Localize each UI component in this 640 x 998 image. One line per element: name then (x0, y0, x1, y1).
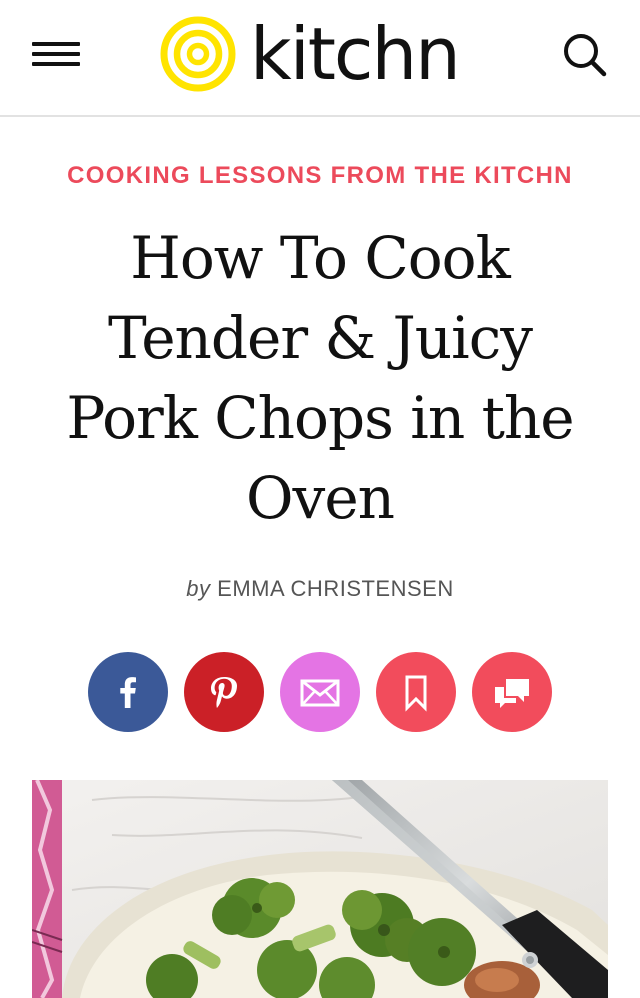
logo-wordmark: kitchn (250, 12, 461, 96)
menu-bar (32, 52, 80, 56)
author-link[interactable]: EMMA CHRISTENSEN (217, 576, 454, 601)
title-line: How To Cook (130, 224, 510, 292)
site-logo[interactable]: kitchn (158, 12, 461, 96)
kitchn-logo-icon (160, 16, 236, 92)
byline-prefix: by (186, 576, 211, 601)
title-line: Pork Chops in the (66, 384, 574, 452)
search-glyph (564, 34, 607, 77)
title-line: Tender & Juicy (108, 304, 533, 372)
search-icon[interactable] (560, 30, 610, 80)
bookmark-icon (405, 675, 427, 712)
email-icon (300, 679, 340, 707)
comment-icon (495, 679, 529, 708)
hamburger-menu-icon[interactable] (30, 38, 82, 72)
facebook-icon (120, 677, 136, 708)
comments-button[interactable] (472, 652, 552, 732)
pinterest-icon (211, 677, 237, 708)
pinterest-share-button[interactable] (184, 652, 264, 732)
menu-bar (32, 62, 80, 66)
article-category-link[interactable]: COOKING LESSONS FROM THE KITCHN (0, 162, 640, 190)
menu-bar (32, 42, 80, 46)
site-header: kitchn (0, 0, 640, 117)
hero-image (32, 780, 608, 998)
byline: by EMMA CHRISTENSEN (0, 576, 640, 602)
title-line: Oven (246, 464, 395, 532)
pork-chops-photo (32, 780, 608, 998)
email-share-button[interactable] (280, 652, 360, 732)
article-title: How To Cook Tender & Juicy Pork Chops in… (40, 218, 600, 538)
save-bookmark-button[interactable] (376, 652, 456, 732)
facebook-share-button[interactable] (88, 652, 168, 732)
share-bar (88, 652, 552, 732)
